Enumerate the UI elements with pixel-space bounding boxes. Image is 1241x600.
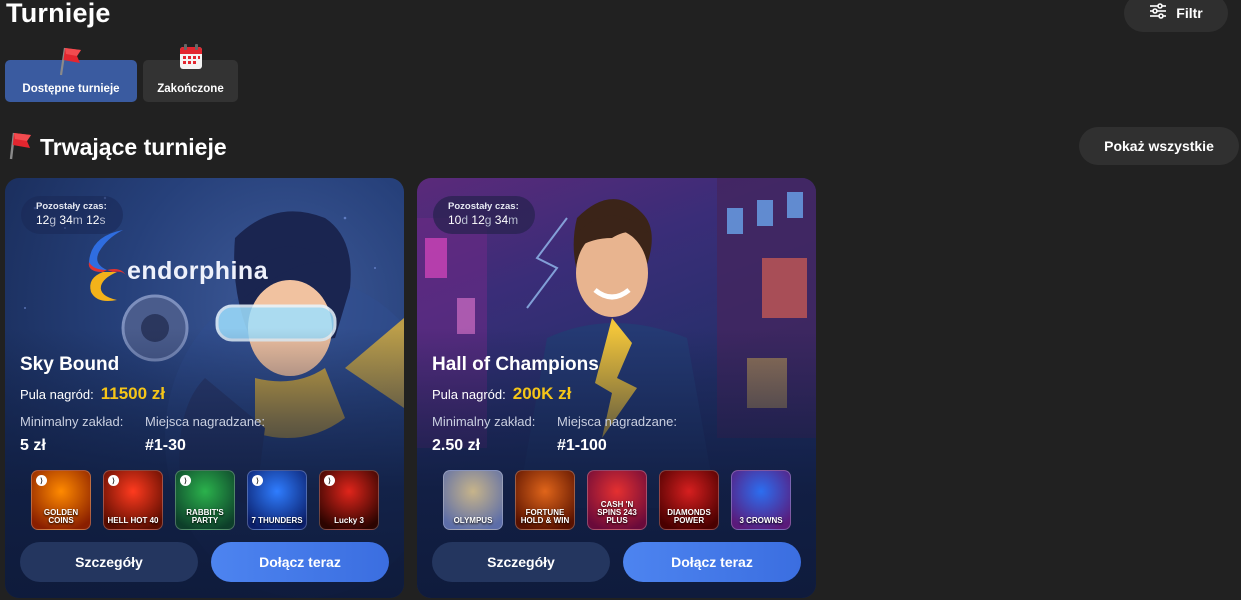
provider-badge-icon: ⟩ [36, 475, 47, 486]
game-thumbnail[interactable]: CASH 'N SPINS 243 PLUS [587, 470, 647, 530]
prize-label: Pula nagród: [20, 387, 94, 402]
game-thumbnail[interactable]: ⟩ 7 THUNDERS [247, 470, 307, 530]
places-value: #1-100 [557, 437, 607, 454]
provider-badge-icon: ⟩ [180, 475, 191, 486]
endorphina-logo [83, 226, 131, 309]
prize-pool: Pula nagród: 11500 zł [20, 384, 165, 404]
tab-available[interactable]: Dostępne turnieje [5, 47, 137, 102]
game-name: 7 THUNDERS [251, 516, 303, 525]
details-button[interactable]: Szczegóły [432, 542, 610, 582]
prize-label: Pula nagród: [432, 387, 506, 402]
places-label: Miejsca nagradzane: [145, 414, 265, 429]
min-bet-value: 2.50 zł [432, 437, 481, 454]
timer-caption: Pozostały czas: [448, 201, 519, 212]
prize-pool: Pula nagród: 200K zł [432, 384, 571, 404]
game-name: DIAMONDS POWER [667, 508, 711, 525]
game-name: OLYMPUS [453, 516, 493, 525]
tournament-card[interactable]: Pozostały czas: 10d 12g 34m Hall of Cham… [417, 178, 816, 598]
games-list: ⟩ GOLDEN COINS ⟩ HELL HOT 40 ⟩ RABBIT'S PARTY… [31, 470, 379, 530]
timer-value: 12g 34m 12s [36, 213, 106, 227]
tournament-card[interactable]: endorphina Pozostały czas: 12g 34m 12s S… [5, 178, 404, 598]
provider-logo-text: endorphina [127, 257, 269, 285]
game-thumbnail[interactable]: ⟩ HELL HOT 40 [103, 470, 163, 530]
game-thumbnail[interactable]: ⟩ Lucky 3 [319, 470, 379, 530]
game-thumbnail[interactable]: ⟩ GOLDEN COINS [31, 470, 91, 530]
game-thumbnail[interactable]: ⟩ RABBIT'S PARTY [175, 470, 235, 530]
filter-label: Filtr [1176, 5, 1203, 21]
page-title: Turnieje [6, 0, 111, 28]
red-flag-icon [8, 130, 34, 165]
tab-label: Dostępne turnieje [22, 83, 120, 95]
game-thumbnail[interactable]: DIAMONDS POWER [659, 470, 719, 530]
game-name: RABBIT'S PARTY [186, 508, 224, 525]
min-bet-label: Minimalny zakład: [20, 414, 124, 429]
section-heading: Trwające turnieje [8, 130, 227, 165]
countdown-timer: Pozostały czas: 10d 12g 34m [433, 196, 535, 234]
provider-badge-icon: ⟩ [108, 475, 119, 486]
min-bet-label: Minimalny zakład: [432, 414, 536, 429]
join-now-button[interactable]: Dołącz teraz [623, 542, 801, 582]
join-now-button[interactable]: Dołącz teraz [211, 542, 389, 582]
calendar-icon [179, 44, 203, 75]
tab-label: Zakończone [157, 83, 224, 95]
sliders-icon [1149, 2, 1167, 24]
game-name: HELL HOT 40 [107, 516, 159, 525]
provider-badge-icon: ⟩ [324, 475, 335, 486]
game-thumbnail[interactable]: FORTUNE HOLD & WIN [515, 470, 575, 530]
game-name: FORTUNE HOLD & WIN [520, 508, 570, 525]
min-bet-value: 5 zł [20, 437, 46, 454]
game-name: 3 CROWNS [739, 516, 783, 525]
game-thumbnail[interactable]: 3 CROWNS [731, 470, 791, 530]
game-thumbnail[interactable]: OLYMPUS [443, 470, 503, 530]
timer-caption: Pozostały czas: [36, 201, 107, 212]
game-name: Lucky 3 [334, 516, 364, 525]
provider-badge-icon: ⟩ [252, 475, 263, 486]
tab-finished[interactable]: Zakończone [143, 44, 238, 102]
places-label: Miejsca nagradzane: [557, 414, 677, 429]
places-value: #1-30 [145, 437, 186, 454]
timer-value: 10d 12g 34m [448, 213, 519, 227]
show-all-button[interactable]: Pokaż wszystkie [1079, 127, 1239, 165]
tournament-title: Hall of Champions [432, 354, 599, 375]
red-flag-icon [58, 44, 84, 81]
prize-value: 200K zł [512, 384, 572, 403]
filter-button[interactable]: Filtr [1124, 0, 1228, 32]
game-name: CASH 'N SPINS 243 PLUS [597, 500, 637, 525]
games-list: OLYMPUS FORTUNE HOLD & WIN CASH 'N SPINS 2… [443, 470, 791, 530]
details-button[interactable]: Szczegóły [20, 542, 198, 582]
countdown-timer: Pozostały czas: 12g 34m 12s [21, 196, 123, 234]
tournament-title: Sky Bound [20, 354, 120, 375]
game-name: GOLDEN COINS [43, 508, 79, 525]
section-title: Trwające turnieje [40, 134, 227, 160]
prize-value: 11500 zł [100, 384, 166, 403]
